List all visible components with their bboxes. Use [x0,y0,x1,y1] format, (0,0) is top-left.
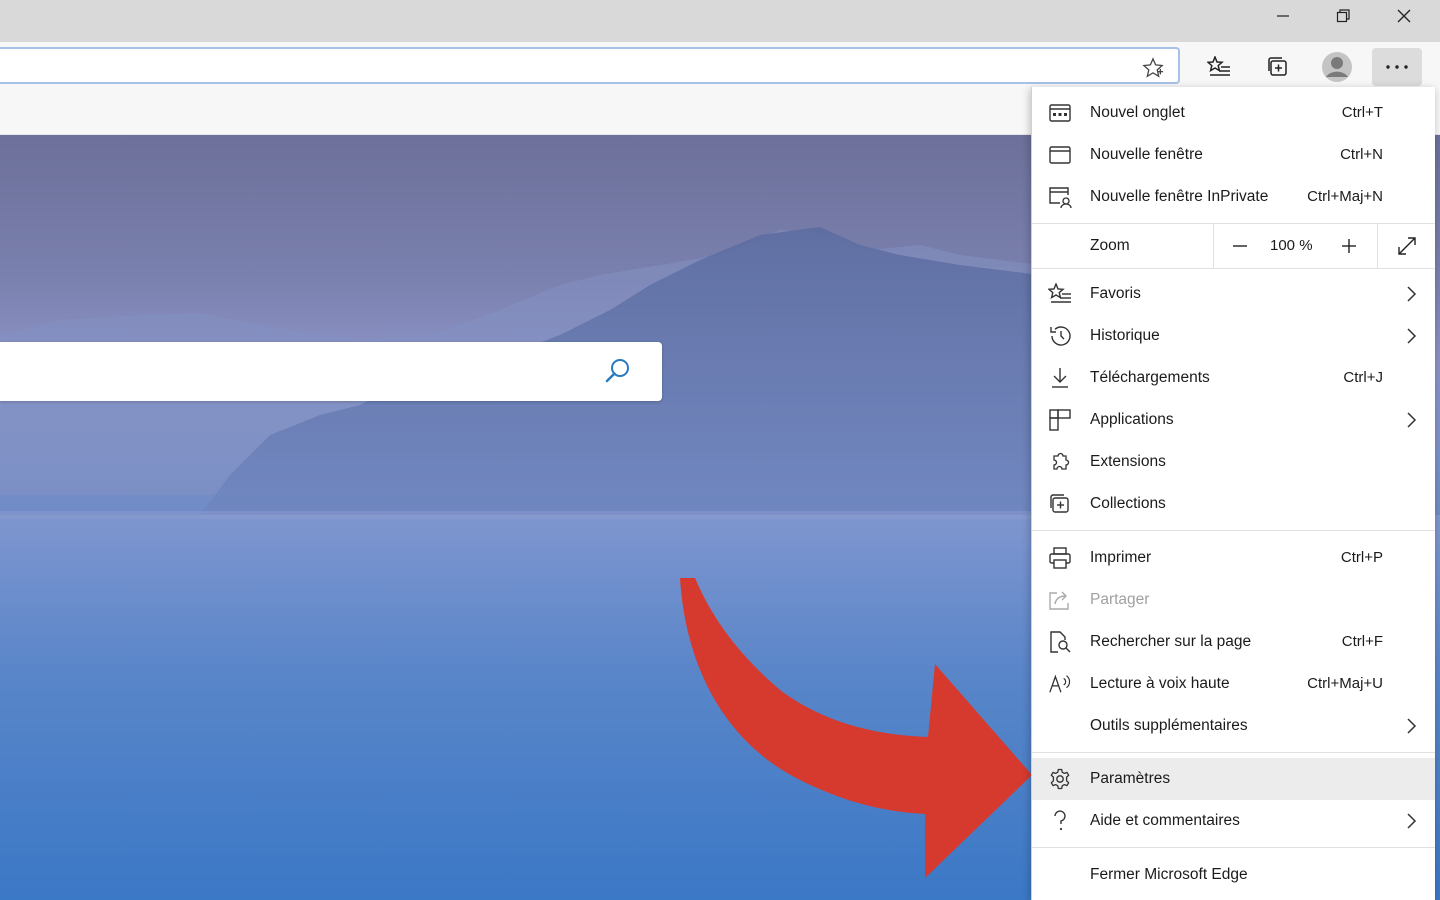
menu-item-label: Historique [1090,327,1160,344]
history-icon [1048,325,1072,347]
menu-item-label: Partager [1090,591,1150,608]
collections-icon [1048,493,1072,515]
menu-item-history[interactable]: Historique [1032,315,1435,357]
menu-item-label: Favoris [1090,285,1141,302]
extensions-icon [1048,451,1072,473]
apps-icon [1048,409,1072,431]
menu-item-share[interactable]: Partager [1032,579,1435,621]
menu-item-label: Téléchargements [1090,369,1210,386]
title-bar [0,0,1440,42]
minimize-icon[interactable] [1253,0,1313,32]
menu-item-label: Aide et commentaires [1090,812,1240,829]
zoom-divider [1213,224,1214,268]
menu-item-more-tools[interactable]: Outils supplémentaires [1032,705,1435,747]
zoom-divider [1377,224,1378,268]
chevron-right-icon [1407,286,1417,306]
menu-item-label: Nouvel onglet [1090,104,1185,121]
chevron-right-icon [1407,813,1417,833]
new-tab-icon [1048,102,1072,124]
add-favorite-star-icon[interactable] [1142,57,1164,83]
menu-item-help-feedback[interactable]: Aide et commentaires [1032,800,1435,842]
print-icon [1048,547,1072,569]
chevron-right-icon [1407,328,1417,348]
menu-item-favorites[interactable]: Favoris [1032,273,1435,315]
favorites-icon [1048,283,1072,305]
menu-item-label: Outils supplémentaires [1090,717,1248,734]
menu-item-read-aloud[interactable]: Lecture à voix haute Ctrl+Maj+U [1032,663,1435,705]
menu-item-label: Nouvelle fenêtre [1090,146,1203,163]
profile-avatar-icon[interactable] [1317,48,1357,86]
web-search-box[interactable] [0,342,662,401]
menu-item-shortcut: Ctrl+T [1341,104,1383,121]
zoom-level-value: 100 % [1270,237,1313,254]
zoom-out-button[interactable] [1225,234,1255,258]
help-icon [1048,810,1072,832]
menu-item-shortcut: Ctrl+J [1343,369,1383,386]
chevron-right-icon [1407,412,1417,432]
menu-item-shortcut: Ctrl+N [1340,146,1383,163]
zoom-row: Zoom 100 % [1032,224,1435,268]
share-icon [1048,589,1072,611]
menu-item-shortcut: Ctrl+P [1340,549,1383,566]
menu-item-label: Imprimer [1090,549,1152,566]
menu-item-label: Nouvelle fenêtre InPrivate [1090,188,1269,205]
read-aloud-icon [1048,673,1072,695]
menu-item-settings[interactable]: Paramètres [1032,758,1435,800]
menu-item-label: Rechercher sur la page [1090,633,1252,650]
fullscreen-expand-icon[interactable] [1392,234,1422,258]
menu-item-shortcut: Ctrl+F [1341,633,1383,650]
menu-separator [1032,847,1435,848]
chevron-right-icon [1407,718,1417,738]
menu-separator [1032,530,1435,531]
menu-item-label: Applications [1090,411,1174,428]
collections-icon[interactable] [1258,48,1298,86]
settings-and-more-menu: Nouvel onglet Ctrl+T Nouvelle fenêtre Ct… [1031,87,1435,900]
menu-item-downloads[interactable]: Téléchargements Ctrl+J [1032,357,1435,399]
menu-separator [1032,752,1435,753]
menu-separator [1032,268,1435,269]
restore-icon[interactable] [1313,0,1373,32]
more-ellipsis-icon[interactable] [1372,48,1422,86]
menu-item-shortcut: Ctrl+Maj+N [1307,188,1383,205]
menu-item-label: Fermer Microsoft Edge [1090,866,1248,883]
menu-item-print[interactable]: Imprimer Ctrl+P [1032,537,1435,579]
find-on-page-icon [1048,631,1072,653]
menu-item-new-inprivate-window[interactable]: Nouvelle fenêtre InPrivate Ctrl+Maj+N [1032,176,1435,218]
zoom-in-button[interactable] [1334,234,1364,258]
menu-item-label: Extensions [1090,453,1166,470]
menu-item-new-window[interactable]: Nouvelle fenêtre Ctrl+N [1032,134,1435,176]
address-bar[interactable] [0,47,1180,84]
menu-item-new-tab[interactable]: Nouvel onglet Ctrl+T [1032,92,1435,134]
menu-item-label: Paramètres [1090,770,1171,787]
close-icon[interactable] [1374,0,1434,32]
menu-item-close-edge[interactable]: Fermer Microsoft Edge [1032,854,1435,896]
download-icon [1048,367,1072,389]
inprivate-window-icon [1048,186,1072,208]
menu-item-shortcut: Ctrl+Maj+U [1307,675,1383,692]
menu-item-collections[interactable]: Collections [1032,483,1435,525]
menu-item-find-on-page[interactable]: Rechercher sur la page Ctrl+F [1032,621,1435,663]
zoom-label: Zoom [1090,237,1130,254]
menu-item-label: Collections [1090,495,1166,512]
menu-item-applications[interactable]: Applications [1032,399,1435,441]
search-magnifier-icon[interactable] [604,357,632,389]
menu-item-label: Lecture à voix haute [1090,675,1230,692]
settings-gear-icon [1048,768,1072,790]
new-window-icon [1048,144,1072,166]
favorites-icon[interactable] [1199,48,1239,86]
menu-item-extensions[interactable]: Extensions [1032,441,1435,483]
